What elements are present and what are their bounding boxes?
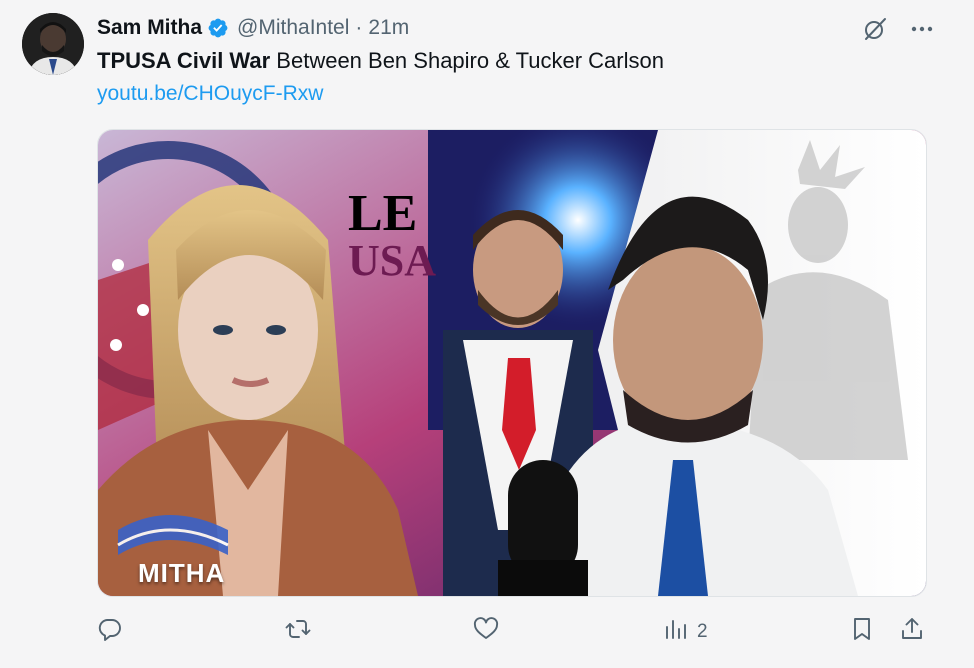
bg-text-1: LE xyxy=(348,185,417,242)
tweet-text-rest: Between Ben Shapiro & Tucker Carlson xyxy=(270,48,664,73)
header-actions xyxy=(862,16,934,47)
tweet-time[interactable]: 21m xyxy=(368,16,409,40)
bookmark-icon xyxy=(849,616,875,648)
verified-badge-icon[interactable] xyxy=(207,17,229,39)
author-name[interactable]: Sam Mitha xyxy=(97,16,202,40)
header-separator: · xyxy=(355,16,363,39)
avatar[interactable] xyxy=(22,13,84,75)
share-button[interactable] xyxy=(899,614,925,650)
share-icon xyxy=(899,616,925,648)
bg-text-2: USA xyxy=(348,236,436,285)
mitha-logo: MITHA xyxy=(138,558,226,588)
grok-icon[interactable] xyxy=(862,16,888,47)
avatar-image xyxy=(22,13,84,75)
thumbnail-image: LE USA xyxy=(98,130,926,596)
author-handle[interactable]: @MithaIntel xyxy=(237,16,349,40)
tweet-actions: 2 xyxy=(97,614,925,650)
views-icon xyxy=(663,616,689,648)
like-button[interactable] xyxy=(473,614,499,650)
retweet-button[interactable] xyxy=(285,614,311,650)
media-thumbnail[interactable]: LE USA MITHA xyxy=(97,129,927,597)
tweet-text-bold: TPUSA Civil War xyxy=(97,48,271,73)
reply-icon xyxy=(97,616,123,648)
views-count: 2 xyxy=(697,621,708,642)
tweet-text: TPUSA Civil War Between Ben Shapiro & Tu… xyxy=(97,48,664,74)
tweet-header: Sam Mitha @MithaIntel · 21m xyxy=(97,14,409,42)
bookmark-button[interactable] xyxy=(849,614,875,650)
more-icon[interactable] xyxy=(910,17,934,46)
tweet-link[interactable]: youtu.be/CHOuycF-Rxw xyxy=(97,82,323,106)
retweet-icon xyxy=(285,616,311,648)
reply-button[interactable] xyxy=(97,614,123,650)
views-button[interactable]: 2 xyxy=(663,614,708,650)
like-icon xyxy=(473,616,499,648)
